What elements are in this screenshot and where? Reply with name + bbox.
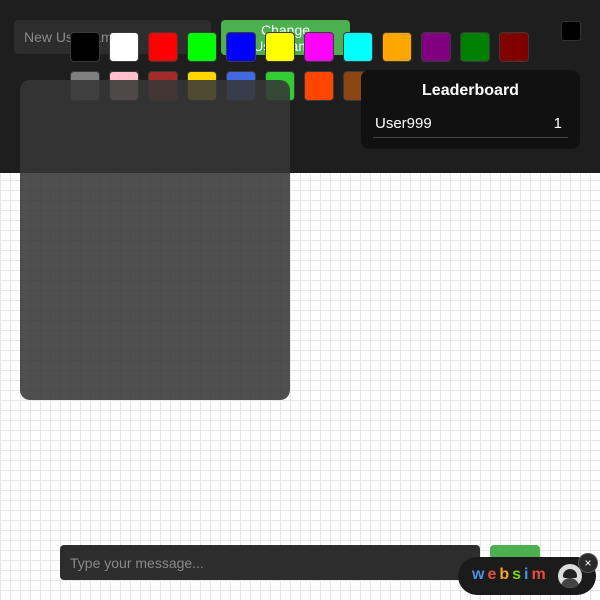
logo-letter: w (472, 566, 488, 583)
logo-letter: s (512, 566, 525, 583)
overlay-panel (20, 80, 290, 400)
leaderboard-score: 1 (553, 115, 562, 132)
logo-letter: i (524, 566, 532, 583)
color-swatch[interactable] (460, 32, 490, 62)
color-swatch[interactable] (421, 32, 451, 62)
color-swatch[interactable] (343, 32, 373, 62)
leaderboard-panel: Leaderboard User999 1 (361, 70, 580, 149)
websim-logo: websim (472, 566, 549, 584)
websim-badge[interactable]: websim (458, 557, 596, 595)
color-swatch[interactable] (70, 32, 100, 62)
leaderboard-row: User999 1 (373, 115, 568, 138)
color-swatch[interactable] (382, 32, 412, 62)
logo-letter: b (499, 566, 513, 583)
color-swatch[interactable] (499, 32, 529, 62)
logo-letter: m (531, 566, 549, 583)
chat-message-input[interactable] (60, 545, 480, 580)
color-swatch[interactable] (304, 32, 334, 62)
close-icon[interactable]: × (578, 553, 598, 573)
leaderboard-name: User999 (375, 115, 432, 132)
leaderboard-title: Leaderboard (422, 82, 519, 99)
color-swatch[interactable] (148, 32, 178, 62)
color-swatch[interactable] (265, 32, 295, 62)
color-swatch[interactable] (187, 32, 217, 62)
color-swatch[interactable] (304, 71, 334, 101)
logo-letter: e (487, 566, 500, 583)
small-square-button[interactable] (561, 21, 581, 41)
color-swatch[interactable] (109, 32, 139, 62)
color-swatch[interactable] (226, 32, 256, 62)
